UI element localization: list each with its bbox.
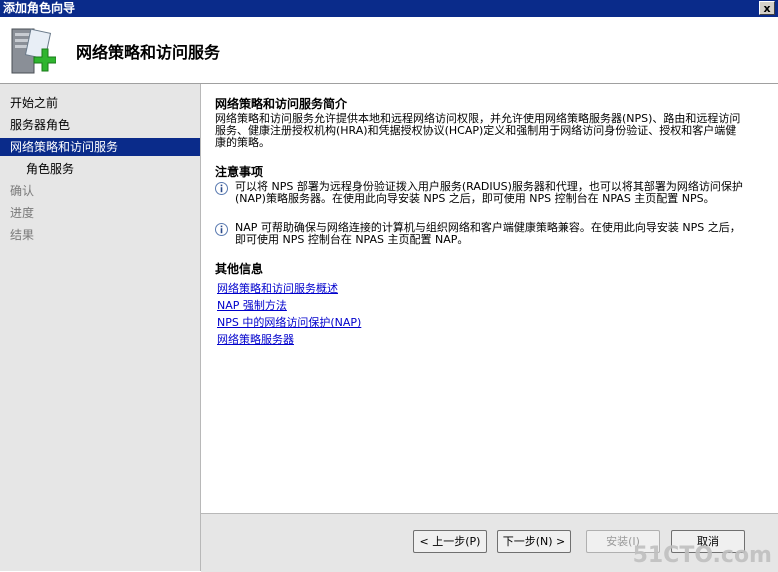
- link-nap-in-nps[interactable]: NPS 中的网络访问保护(NAP): [217, 314, 361, 330]
- watermark: 51CTO.com: [632, 543, 772, 568]
- close-button[interactable]: x: [759, 1, 775, 15]
- link-nap-enforcement[interactable]: NAP 强制方法: [217, 297, 287, 313]
- link-nps[interactable]: 网络策略服务器: [217, 331, 294, 347]
- note-item: NAP 可帮助确保与网络连接的计算机与组织网络和客户端健康策略兼容。在使用此向导…: [215, 222, 745, 248]
- nav-item-results: 结果: [10, 228, 35, 242]
- back-button[interactable]: < 上一步(P): [413, 530, 487, 553]
- nav-item-npas[interactable]: 网络策略和访问服务: [0, 138, 200, 156]
- intro-heading: 网络策略和访问服务简介: [215, 97, 348, 111]
- note-text: NAP 可帮助确保与网络连接的计算机与组织网络和客户端健康策略兼容。在使用此向导…: [235, 221, 741, 246]
- page-title: 网络策略和访问服务: [76, 43, 221, 62]
- button-bar: < 上一步(P) 下一步(N) > 安装(I) 取消 51CTO.com: [201, 513, 778, 572]
- nav-item-confirmation: 确认: [10, 184, 35, 198]
- nav-item-progress: 进度: [10, 206, 35, 220]
- window-title: 添加角色向导: [3, 1, 76, 15]
- link-npas-overview[interactable]: 网络策略和访问服务概述: [217, 280, 338, 296]
- nav-item-before-you-begin[interactable]: 开始之前: [0, 94, 200, 112]
- intro-text: 网络策略和访问服务允许提供本地和远程网络访问权限，并允许使用网络策略服务器(NP…: [215, 112, 741, 149]
- next-button[interactable]: 下一步(N) >: [497, 530, 571, 553]
- note-text: 可以将 NPS 部署为远程身份验证拨入用户服务(RADIUS)服务器和代理，也可…: [235, 180, 743, 205]
- wizard-header: 网络策略和访问服务: [0, 17, 778, 84]
- wizard-steps-nav: 开始之前 服务器角色 网络策略和访问服务 角色服务 确认 进度 结果: [0, 84, 201, 571]
- note-item: 可以将 NPS 部署为远程身份验证拨入用户服务(RADIUS)服务器和代理，也可…: [215, 181, 745, 217]
- window-title-bar: 添加角色向导 x: [0, 0, 778, 17]
- nav-item-server-roles[interactable]: 服务器角色: [0, 116, 200, 134]
- nav-item-role-services[interactable]: 角色服务: [0, 160, 200, 178]
- info-icon: [215, 223, 228, 236]
- content-pane: 网络策略和访问服务简介 网络策略和访问服务允许提供本地和远程网络访问权限，并允许…: [201, 84, 778, 513]
- server-add-icon: [11, 28, 56, 74]
- more-info-heading: 其他信息: [215, 262, 264, 276]
- notes-heading: 注意事项: [215, 165, 264, 179]
- info-icon: [215, 182, 228, 195]
